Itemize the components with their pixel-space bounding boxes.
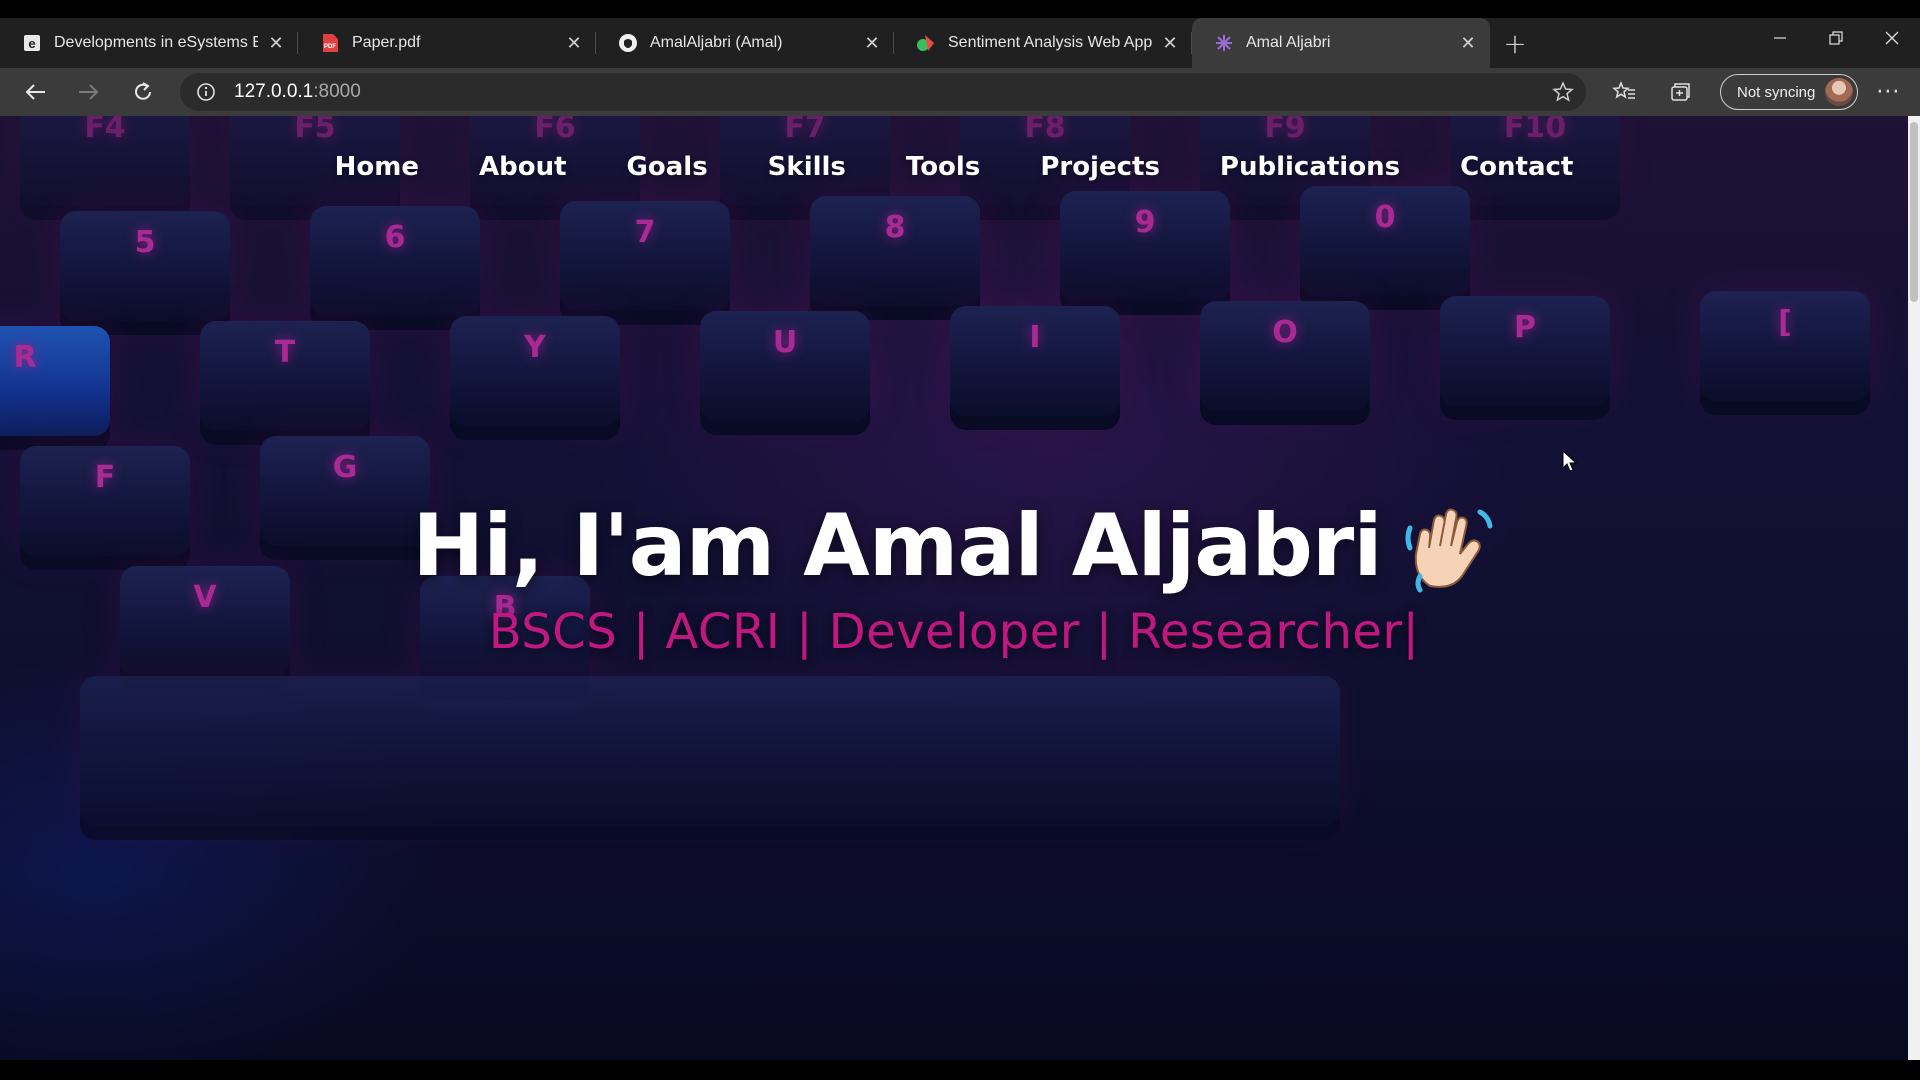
svg-text:e: e — [28, 36, 35, 51]
e-page-icon: e — [22, 33, 42, 53]
close-window-button[interactable] — [1864, 18, 1920, 58]
forward-arrow-icon — [79, 84, 99, 100]
hero-subtitle: BSCS | ACRI | Developer | Researcher| — [0, 604, 1908, 660]
close-icon[interactable]: ✕ — [1458, 33, 1478, 53]
profile-sync-button[interactable]: Not syncing — [1720, 74, 1859, 110]
tab-amal-aljabri[interactable]: Amal Aljabri ✕ — [1192, 18, 1490, 68]
minimize-button[interactable] — [1752, 18, 1808, 58]
close-icon[interactable]: ✕ — [266, 33, 286, 53]
svg-text:PDF: PDF — [324, 44, 336, 50]
restore-button[interactable] — [1808, 18, 1864, 58]
tab-title: Amal Aljabri — [1246, 34, 1331, 51]
github-icon — [618, 33, 638, 53]
site-icon — [1214, 33, 1234, 53]
waving-hand-icon — [1405, 508, 1493, 593]
browser-toolbar: 127.0.0.1:8000 Not syncing ··· — [0, 68, 1920, 116]
scrollbar-thumb[interactable] — [1910, 122, 1918, 302]
collections-button[interactable] — [1652, 68, 1708, 116]
typing-caret: | — [1402, 604, 1420, 660]
collections-icon — [1671, 83, 1690, 101]
back-arrow-icon — [25, 84, 45, 100]
page-viewport: F4 F5 F6 F7 F8 F9 F10 5 6 7 8 9 0 R T Y U I O P[F G V B Home A… — [0, 116, 1908, 1060]
tab-title: Paper.pdf — [352, 34, 421, 51]
screen-bottom-bar — [0, 1060, 1920, 1080]
nav-publications[interactable]: Publications — [1220, 152, 1400, 182]
tab-github[interactable]: AmalAljabri (Amal) ✕ — [596, 18, 894, 68]
nav-skills[interactable]: Skills — [768, 152, 846, 182]
page-scrollbar[interactable] — [1908, 116, 1920, 1060]
address-bar[interactable]: 127.0.0.1:8000 — [180, 73, 1586, 111]
site-navigation: Home About Goals Skills Tools Projects P… — [0, 152, 1908, 182]
hero-section: Hi, I'am Amal Aljabri BSCS | ACRI | Deve… — [0, 496, 1908, 660]
window-controls — [1752, 18, 1920, 68]
pdf-icon: PDF — [320, 33, 340, 53]
favorite-star-icon[interactable] — [1552, 81, 1574, 107]
nav-contact[interactable]: Contact — [1460, 152, 1573, 182]
nav-projects[interactable]: Projects — [1040, 152, 1160, 182]
back-button[interactable] — [8, 68, 62, 116]
minimize-icon — [1774, 37, 1786, 39]
mouse-cursor-icon — [1562, 450, 1578, 472]
forward-button[interactable] — [62, 68, 116, 116]
hero-title: Hi, I'am Amal Aljabri — [412, 496, 1496, 596]
hero-title-text: Hi, I'am Amal Aljabri — [412, 496, 1383, 596]
restore-icon — [1829, 31, 1843, 45]
sync-label: Not syncing — [1737, 83, 1816, 101]
nav-goals[interactable]: Goals — [627, 152, 708, 182]
tab-title: Sentiment Analysis Web App — [948, 34, 1152, 51]
app-icon — [916, 33, 936, 53]
favorites-icon — [1612, 81, 1635, 99]
tab-title: Developments in eSystems Engir — [54, 34, 258, 51]
screen-top-bar — [0, 0, 1920, 18]
settings-more-button[interactable]: ··· — [1858, 68, 1918, 116]
nav-tools[interactable]: Tools — [906, 152, 980, 182]
tab-paper-pdf[interactable]: PDF Paper.pdf ✕ — [298, 18, 596, 68]
close-icon[interactable]: ✕ — [1160, 33, 1180, 53]
nav-about[interactable]: About — [479, 152, 567, 182]
tab-developments[interactable]: e Developments in eSystems Engir ✕ — [0, 18, 298, 68]
nav-home[interactable]: Home — [335, 152, 419, 182]
url-text: 127.0.0.1:8000 — [234, 81, 361, 102]
close-icon — [1885, 31, 1899, 45]
refresh-icon — [135, 82, 151, 100]
info-icon — [197, 83, 215, 101]
typed-roles: BSCS | ACRI | Developer | Researcher — [488, 604, 1403, 660]
favorites-button[interactable] — [1596, 68, 1652, 116]
browser-tab-bar: e Developments in eSystems Engir ✕ PDF P… — [0, 18, 1920, 68]
new-tab-button[interactable]: + — [1490, 18, 1540, 68]
tab-title: AmalAljabri (Amal) — [650, 34, 783, 51]
close-icon[interactable]: ✕ — [564, 33, 584, 53]
close-icon[interactable]: ✕ — [862, 33, 882, 53]
tab-sentiment-app[interactable]: Sentiment Analysis Web App ✕ — [894, 18, 1192, 68]
refresh-button[interactable] — [116, 68, 170, 116]
toolbar-right-group: Not syncing ··· — [1596, 68, 1918, 116]
avatar — [1825, 78, 1854, 106]
